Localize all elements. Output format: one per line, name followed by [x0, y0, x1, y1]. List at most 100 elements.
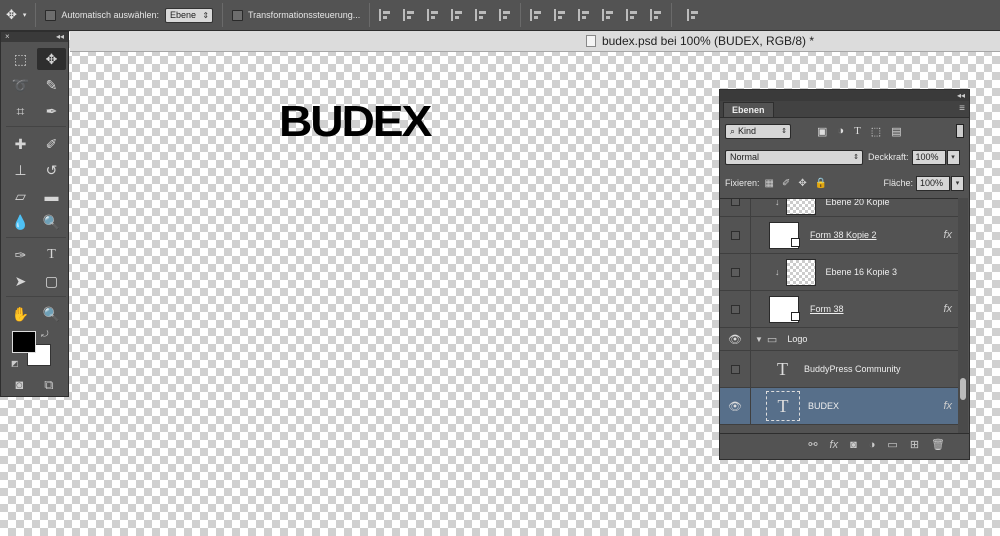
scrollbar-thumb[interactable] — [960, 378, 966, 400]
crop-tool-icon[interactable]: ⌗ — [6, 100, 35, 122]
distribute-vcenter-icon[interactable] — [554, 9, 566, 21]
fx-icon[interactable]: fx — [943, 400, 952, 412]
gradient-tool-icon[interactable]: ▬ — [37, 185, 66, 207]
filter-row: ⌕ Kind ⇕ ▣ ◑ T ⬚ ▤ — [720, 118, 969, 144]
layer-visibility-toggle[interactable] — [720, 199, 750, 206]
document-tab[interactable]: budex.psd bei 100% (BUDEX, RGB/8) * — [70, 31, 1000, 52]
type-filter-icon[interactable]: T — [854, 125, 861, 138]
layer-row[interactable]: T BuddyPress Community — [720, 351, 958, 388]
distribute-hcenter-icon[interactable] — [626, 9, 638, 21]
type-tool-icon[interactable]: T — [37, 244, 66, 266]
screen-mode-icon[interactable]: ⧉ — [44, 377, 53, 393]
layer-row[interactable]: ↓ Ebene 16 Kopie 3 — [720, 254, 958, 291]
layers-scrollbar[interactable] — [958, 198, 968, 433]
align-top-icon[interactable] — [379, 9, 391, 21]
layer-visibility-toggle[interactable] — [720, 364, 750, 374]
fill-slider-button[interactable]: ▾ — [951, 175, 964, 191]
fill-input[interactable]: 100% — [916, 175, 950, 191]
blur-tool-icon[interactable]: 💧 — [6, 211, 35, 233]
distribute-bottom-icon[interactable] — [578, 9, 590, 21]
align-left-icon[interactable] — [451, 9, 463, 21]
layer-visibility-toggle[interactable] — [720, 230, 750, 240]
link-layers-icon[interactable]: ⚯ — [808, 438, 817, 451]
align-vcenter-icon[interactable] — [403, 9, 415, 21]
canvas-budex-text[interactable]: BUDEX — [279, 100, 432, 144]
layer-visibility-toggle[interactable] — [720, 267, 750, 277]
vector-mask-icon — [791, 311, 800, 321]
dodge-tool-icon[interactable]: 🔍 — [37, 211, 66, 233]
hand-tool-icon[interactable]: ✋ — [6, 303, 35, 325]
fx-menu-icon[interactable]: fx — [830, 439, 839, 451]
adjustment-filter-icon[interactable]: ◑ — [837, 125, 844, 138]
filter-toggle[interactable] — [956, 124, 964, 138]
layer-group-row[interactable]: 👁 ▼ ▭ Logo — [720, 328, 958, 351]
healing-brush-tool-icon[interactable]: ✚ — [6, 133, 35, 155]
divider — [6, 126, 66, 129]
lasso-tool-icon[interactable]: ➰ — [6, 74, 35, 96]
marquee-tool-icon[interactable]: ⬚ — [6, 48, 35, 70]
path-select-tool-icon[interactable]: ➤ — [6, 270, 35, 292]
align-bottom-icon[interactable] — [427, 9, 439, 21]
trash-icon[interactable]: 🗑 — [931, 438, 945, 451]
auto-select-value: Ebene — [169, 10, 197, 20]
clone-stamp-tool-icon[interactable]: ⊥ — [6, 159, 35, 181]
auto-align-button[interactable] — [675, 0, 711, 31]
pixel-filter-icon[interactable]: ▣ — [817, 125, 827, 138]
collapse-icon[interactable]: ◂◂ — [957, 90, 965, 101]
distribute-right-icon[interactable] — [650, 9, 662, 21]
move-tool-icon[interactable]: ✥ — [37, 48, 66, 70]
quick-select-tool-icon[interactable]: ✎ — [37, 74, 66, 96]
auto-select-toggle[interactable]: Automatisch auswählen: Ebene — [39, 0, 219, 31]
filter-kind-dropdown[interactable]: ⌕ Kind ⇕ — [725, 123, 791, 139]
distribute-left-icon[interactable] — [602, 9, 614, 21]
chevron-down-icon[interactable]: ▼ — [755, 335, 763, 344]
adjustment-layer-icon[interactable]: ◑ — [869, 439, 876, 451]
layer-row[interactable]: ↓ Ebene 20 Kopie — [720, 199, 958, 217]
close-icon[interactable]: × — [5, 32, 10, 42]
tab-ebenen[interactable]: Ebenen — [723, 102, 774, 117]
lock-all-icon[interactable]: 🔒 — [815, 178, 827, 189]
lock-position-icon[interactable]: ✥ — [798, 178, 806, 189]
layers-panel-tabs: Ebenen ≡ — [720, 101, 969, 118]
shape-tool-icon[interactable]: ▢ — [37, 270, 66, 292]
lock-pixels-icon[interactable]: ✐ — [782, 178, 790, 189]
foreground-color-swatch[interactable] — [12, 331, 36, 353]
panel-menu-icon[interactable]: ≡ — [959, 103, 965, 114]
swap-colors-icon[interactable]: ⤾ — [41, 329, 49, 340]
move-tool-preset[interactable]: ✥ ▾ — [0, 0, 32, 31]
collapse-icon[interactable]: ◂◂ — [56, 32, 64, 42]
fx-icon[interactable]: fx — [943, 303, 952, 315]
transform-checkbox[interactable] — [232, 9, 244, 21]
layer-visibility-toggle[interactable] — [720, 304, 750, 314]
shape-filter-icon[interactable]: ⬚ — [871, 125, 881, 138]
zoom-tool-icon[interactable]: 🔍 — [37, 303, 66, 325]
eyedropper-tool-icon[interactable]: ✒ — [37, 100, 66, 122]
align-right-icon[interactable] — [499, 9, 511, 21]
blend-mode-dropdown[interactable]: Normal ⇕ — [725, 149, 863, 165]
auto-select-checkbox[interactable] — [45, 9, 57, 21]
divider — [222, 3, 224, 27]
eraser-tool-icon[interactable]: ▱ — [6, 185, 35, 207]
layer-row[interactable]: Form 38 Kopie 2 fx — [720, 217, 958, 254]
pen-tool-icon[interactable]: ✑ — [6, 244, 35, 266]
layer-row-selected[interactable]: 👁 T BUDEX fx — [720, 388, 958, 425]
transform-controls-toggle[interactable]: Transformationssteuerung... — [226, 0, 366, 31]
smart-object-filter-icon[interactable]: ▤ — [891, 125, 901, 138]
eye-icon[interactable]: 👁 — [720, 400, 750, 413]
opacity-slider-button[interactable]: ▾ — [946, 149, 960, 165]
new-group-icon[interactable]: ▭ — [887, 438, 897, 451]
default-colors-icon[interactable]: ◩ — [11, 359, 19, 368]
new-layer-icon[interactable]: ⊞ — [910, 438, 919, 451]
fx-icon[interactable]: fx — [943, 229, 952, 241]
brush-tool-icon[interactable]: ✐ — [37, 133, 66, 155]
auto-select-dropdown[interactable]: Ebene — [164, 7, 214, 23]
history-brush-tool-icon[interactable]: ↺ — [37, 159, 66, 181]
layer-row[interactable]: Form 38 fx — [720, 291, 958, 328]
add-mask-icon[interactable]: ◙ — [850, 439, 857, 451]
align-hcenter-icon[interactable] — [475, 9, 487, 21]
lock-transparency-icon[interactable]: ▦ — [765, 178, 774, 189]
opacity-input[interactable]: 100% — [911, 149, 946, 165]
quick-mask-icon[interactable]: ◙ — [15, 377, 23, 393]
distribute-top-icon[interactable] — [530, 9, 542, 21]
eye-icon[interactable]: 👁 — [720, 333, 750, 346]
